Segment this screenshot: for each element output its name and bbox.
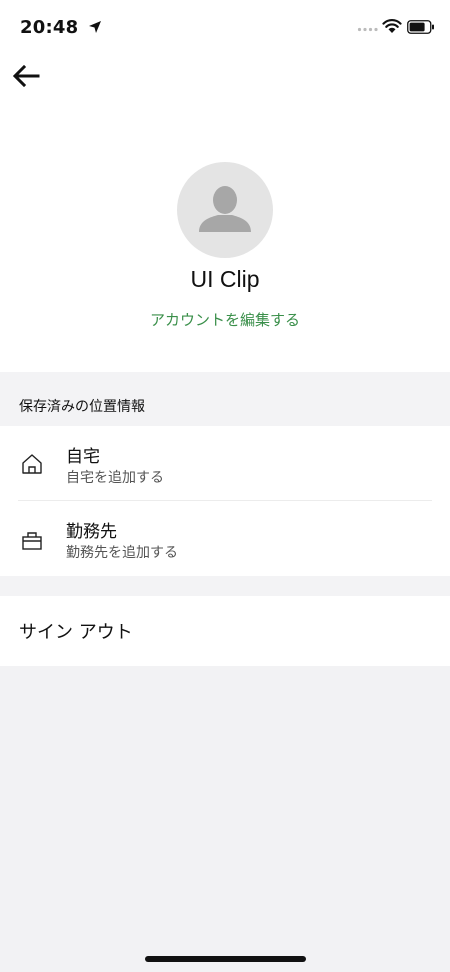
sign-out-label: サイン アウト (19, 622, 133, 643)
saved-place-work[interactable]: 勤務先 勤務先を追加する (0, 501, 450, 576)
saved-place-title: 勤務先 (66, 522, 117, 542)
wifi-icon (382, 19, 402, 33)
default-user-icon (199, 186, 251, 232)
battery-icon (407, 20, 434, 34)
edit-account-link[interactable]: アカウントを編集する (0, 309, 450, 330)
cellular-signal-icon (357, 27, 378, 32)
section-spacer (0, 576, 450, 596)
account-screen: 20:48 UI Clip アカウントを編集する 保存済みの位置情報 自宅 自宅… (0, 0, 450, 972)
saved-place-title: 自宅 (66, 447, 100, 467)
sign-out-button[interactable]: サイン アウト (0, 596, 450, 666)
saved-place-subtitle: 自宅を追加する (66, 470, 164, 486)
saved-place-home[interactable]: 自宅 自宅を追加する (0, 426, 450, 501)
location-arrow-icon (89, 21, 101, 33)
status-bar: 20:48 (0, 0, 450, 50)
briefcase-icon (22, 532, 42, 550)
home-icon (22, 454, 42, 474)
saved-place-subtitle: 勤務先を追加する (66, 545, 178, 561)
home-indicator[interactable] (145, 956, 306, 962)
back-button[interactable] (8, 58, 44, 94)
back-arrow-icon (12, 65, 40, 87)
status-time: 20:48 (20, 17, 79, 38)
profile-name: UI Clip (190, 266, 260, 292)
avatar[interactable] (177, 162, 273, 258)
saved-places-title: 保存済みの位置情報 (19, 399, 145, 415)
